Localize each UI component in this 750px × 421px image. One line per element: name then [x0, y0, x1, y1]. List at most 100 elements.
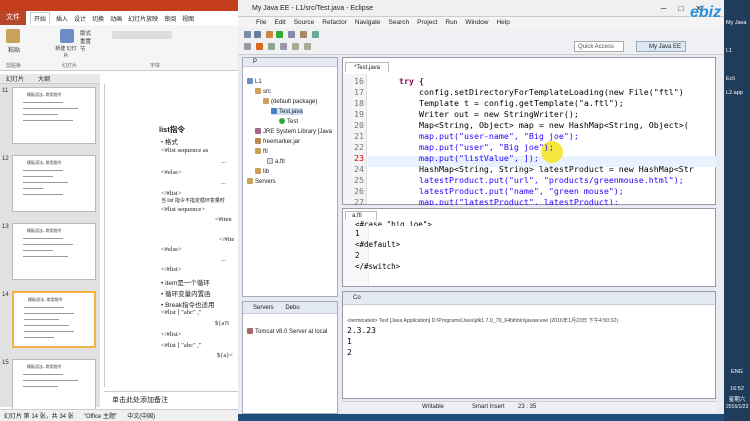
menu-refactor[interactable]: Refactor	[322, 19, 347, 26]
code-line: try {	[399, 76, 424, 86]
taskbar-item[interactable]: Ecli	[726, 76, 748, 82]
layout-button[interactable]: 版式	[80, 29, 91, 37]
font-box[interactable]	[112, 31, 172, 39]
clock-time[interactable]: 16:52	[726, 386, 748, 392]
slide-thumbnail[interactable]: 模板语法--常用指令	[12, 155, 96, 212]
section-button[interactable]: 节	[80, 45, 86, 53]
ppt-tab-transitions[interactable]: 切换	[92, 14, 104, 23]
menu-project[interactable]: Project	[417, 19, 437, 26]
slide-thumbnail-selected[interactable]: 模板语法--常用指令	[12, 291, 96, 348]
menu-help[interactable]: Help	[496, 19, 509, 26]
tree-item-package[interactable]: (default package)	[263, 98, 317, 105]
save-icon[interactable]	[254, 31, 261, 38]
paste-icon[interactable]	[6, 29, 20, 43]
ppt-tab-view[interactable]: 视图	[182, 14, 194, 23]
code-line: map.put("latestProduct", latestProduct);	[419, 197, 619, 205]
ppt-tab-review[interactable]: 审阅	[164, 14, 176, 23]
thumb-title: 模板语法--常用指令	[28, 297, 63, 302]
menu-run[interactable]: Run	[445, 19, 457, 26]
debug-icon[interactable]	[266, 31, 273, 38]
code-line: map.put("user", "Big joe");	[419, 142, 554, 152]
input-language[interactable]: ENG	[726, 369, 748, 375]
debug-tab[interactable]: Debu	[285, 305, 299, 311]
taskbar-item[interactable]: L2.app	[726, 90, 748, 96]
console-view: Co <terminated> Test [Java Application] …	[342, 291, 716, 399]
quick-access-input[interactable]: Quick Access	[574, 41, 624, 52]
open-type-icon[interactable]	[244, 43, 251, 50]
ftl-editor[interactable]: a.ftl <#case "big joe"> 1 <#default> 2 <…	[342, 208, 716, 287]
panel-tab-outline[interactable]: 大纲	[38, 74, 50, 83]
ppt-tab-design[interactable]: 设计	[74, 14, 86, 23]
powerpoint-window: 文件 开始 插入 设计 切换 动画 幻灯片放映 审阅 视图 粘贴 新建 幻灯片 …	[0, 0, 238, 421]
search-icon[interactable]	[280, 43, 287, 50]
tree-item-freemarker[interactable]: freemarker.jar	[255, 138, 300, 145]
ppt-title-bar	[0, 0, 238, 11]
ppt-tab-animations[interactable]: 动画	[110, 14, 122, 23]
paste-button-label[interactable]: 粘贴	[4, 45, 24, 54]
slide-thumbnail[interactable]: 模板语法--常用指令	[12, 223, 96, 280]
menu-source[interactable]: Source	[294, 19, 315, 26]
line-number: 16	[354, 76, 364, 86]
taskbar-item[interactable]: L1	[726, 48, 748, 54]
folder-icon	[255, 88, 261, 94]
server-icon[interactable]	[288, 31, 295, 38]
new-slide-label[interactable]: 新建 幻灯片	[54, 45, 78, 59]
stop-icon[interactable]	[256, 43, 263, 50]
slide-thumbnail[interactable]: 模板语法--常用指令	[12, 359, 96, 416]
servers-tab[interactable]: Servers	[253, 305, 274, 311]
project-icon	[247, 78, 253, 84]
package-explorer-tab[interactable]: P	[243, 58, 337, 67]
editor-tab-a-ftl[interactable]: a.ftl	[345, 211, 377, 220]
back-icon[interactable]	[292, 43, 299, 50]
tree-item-jre[interactable]: JRE System Library [Java	[255, 128, 332, 135]
tomcat-icon	[247, 328, 253, 334]
tree-item-project[interactable]: L1	[247, 78, 262, 85]
new-slide-icon[interactable]	[60, 29, 74, 43]
java-editor[interactable]: *Test.java 16 17 18 19 20 21 22 23 24 25…	[342, 57, 716, 207]
thumb-title: 模板语法--常用指令	[27, 228, 62, 233]
tree-item-test-class[interactable]: Test	[279, 118, 298, 125]
slide-line: <#list sequence as	[161, 147, 209, 154]
menu-file[interactable]: File	[256, 19, 266, 26]
tree-item-a-ftl[interactable]: a.ftl	[267, 158, 285, 165]
ppt-tab-home[interactable]: 开始	[30, 12, 51, 24]
slide-line: <#iten	[215, 216, 232, 223]
reset-button[interactable]: 重置	[80, 37, 91, 45]
tree-item-servers[interactable]: Servers	[247, 178, 276, 185]
perspective-button[interactable]: My Java EE	[636, 41, 686, 52]
thumb-title: 模板语法--常用指令	[27, 92, 62, 97]
code-line: map.put("user-name", "Big joe");	[419, 131, 579, 141]
panel-tab-slides[interactable]: 幻灯片	[6, 74, 24, 83]
tree-item-ftl[interactable]: ftl	[255, 148, 268, 155]
ppt-panel-tabs: 幻灯片 大纲	[0, 74, 100, 84]
menu-edit[interactable]: Edit	[274, 19, 285, 26]
server-item[interactable]: Tomcat v8.0 Server at local	[247, 328, 327, 335]
taskbar: My Java L1 Ecli L2.app ENG 16:52 星期六 201…	[724, 0, 750, 421]
slide-canvas[interactable]: list指令 • 格式 <#list sequence as ... <#els…	[104, 84, 238, 387]
package-icon[interactable]	[300, 31, 307, 38]
slide-line: ${a?i	[215, 320, 229, 327]
menu-navigate[interactable]: Navigate	[355, 19, 381, 26]
menu-window[interactable]: Window	[465, 19, 488, 26]
tree-item-src[interactable]: src	[255, 88, 271, 95]
package-explorer: P L1 src (default package) Test.java Tes…	[242, 57, 338, 297]
class-icon[interactable]	[312, 31, 319, 38]
notes-pane[interactable]: 单击此处添加备注	[104, 391, 238, 407]
tree-item-lib[interactable]: lib	[255, 168, 269, 175]
code-line: Writer out = new StringWriter();	[419, 109, 579, 119]
code-line: HashMap<String, String> latestProduct = …	[419, 164, 694, 174]
slide-thumbnail[interactable]: 模板语法--常用指令	[12, 87, 96, 144]
run-icon[interactable]	[276, 31, 283, 38]
ppt-file-tab[interactable]: 文件	[0, 11, 26, 25]
editor-tab-test-java[interactable]: *Test.java	[345, 62, 389, 72]
taskbar-item[interactable]: My Java	[726, 20, 748, 26]
tree-item-test-java[interactable]: Test.java	[271, 108, 303, 115]
thumb-number: 11	[2, 88, 9, 94]
ppt-tab-insert[interactable]: 插入	[56, 14, 68, 23]
new-icon[interactable]	[244, 31, 251, 38]
ppt-tab-slideshow[interactable]: 幻灯片放映	[128, 14, 158, 23]
forward-icon[interactable]	[304, 43, 311, 50]
menu-search[interactable]: Search	[389, 19, 410, 26]
console-tab[interactable]: Co	[353, 295, 361, 301]
resume-icon[interactable]	[268, 43, 275, 50]
